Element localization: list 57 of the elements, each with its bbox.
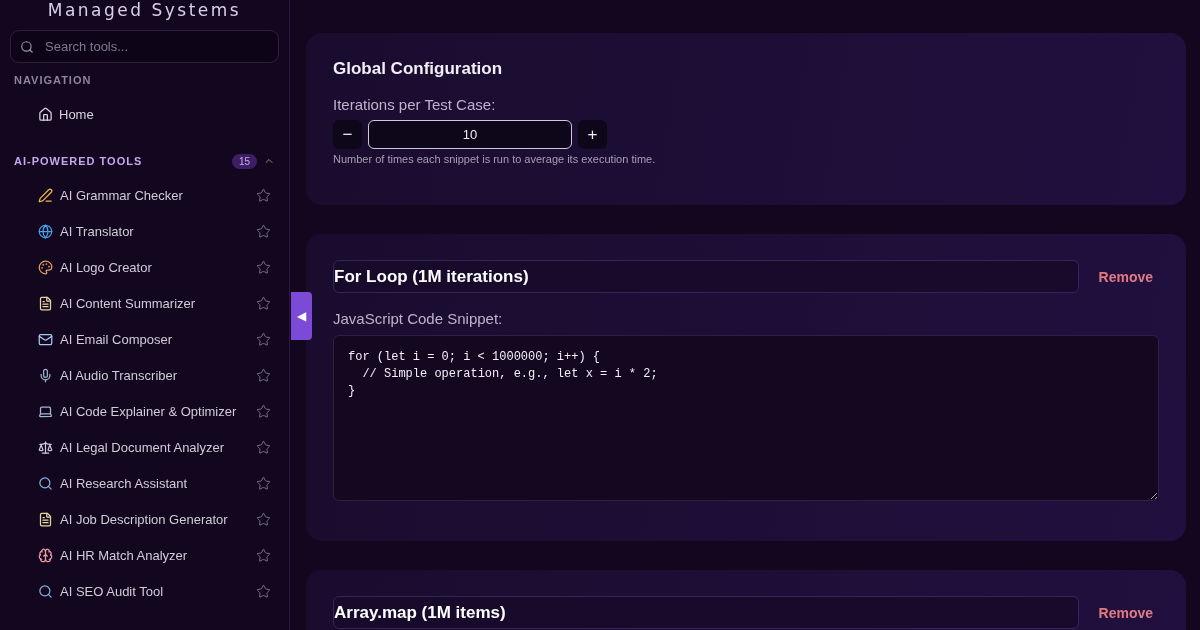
star-icon[interactable] <box>256 367 271 383</box>
decrement-button[interactable]: − <box>333 120 362 149</box>
collapse-sidebar-button[interactable]: ◀ <box>291 292 312 340</box>
sidebar-item[interactable]: AI Logo Creator <box>10 249 279 285</box>
star-icon[interactable] <box>256 259 271 275</box>
sidebar-item[interactable]: AI Grammar Checker <box>10 177 279 213</box>
iterations-field[interactable]: 10 <box>368 120 572 149</box>
star-icon[interactable] <box>256 403 271 419</box>
section-heading: NAVIGATION <box>14 74 93 86</box>
count-badge: 15 <box>231 153 257 169</box>
field-label: Iterations per Test Case: <box>333 96 497 113</box>
hint-text: Number of times each snippet is run to average its execution time. <box>333 153 657 165</box>
sidebar-item[interactable]: AI Code Explainer & Optimizer <box>10 393 279 429</box>
document-icon <box>38 511 53 527</box>
star-icon[interactable] <box>256 295 271 311</box>
increment-button[interactable]: + <box>578 120 607 149</box>
name-field[interactable]: Array.map (1M items) <box>333 596 1079 629</box>
brand-title: Managed Systems <box>46 0 243 21</box>
star-icon[interactable] <box>256 475 271 491</box>
sidebar-item[interactable]: AI Job Description Generator <box>10 501 279 537</box>
star-icon[interactable] <box>256 547 271 563</box>
search-icon <box>20 40 34 54</box>
sidebar-item[interactable]: AI Audio Transcriber <box>10 357 279 393</box>
search-field[interactable]: Search tools... <box>10 30 279 63</box>
remove-button[interactable]: Remove <box>1092 267 1159 286</box>
home-icon <box>38 106 53 122</box>
brain-icon <box>38 547 53 563</box>
mail-icon <box>38 331 53 347</box>
star-icon[interactable] <box>256 511 271 527</box>
star-icon[interactable] <box>256 331 271 347</box>
field-label: JavaScript Code Snippet: <box>333 310 504 327</box>
card-title: Global Configuration <box>333 59 504 79</box>
laptop-icon <box>38 403 53 419</box>
nav-item[interactable]: Home <box>10 99 279 129</box>
sidebar-item[interactable]: AI Email Composer <box>10 321 279 357</box>
star-icon[interactable] <box>256 583 271 599</box>
sidebar-item[interactable]: AI Research Assistant <box>10 465 279 501</box>
globe-icon <box>38 223 53 239</box>
document-icon <box>38 295 53 311</box>
palette-icon <box>38 259 53 275</box>
sidebar-item[interactable]: AI Legal Document Analyzer <box>10 429 279 465</box>
microphone-icon <box>38 367 53 383</box>
sidebar-item[interactable]: AI Content Summarizer <box>10 285 279 321</box>
sidebar-item[interactable]: AI Translator <box>10 213 279 249</box>
sidebar-item[interactable]: AI HR Match Analyzer <box>10 537 279 573</box>
section-toggle[interactable]: AI-POWERED TOOLS 15 <box>10 151 279 171</box>
star-icon[interactable] <box>256 187 271 203</box>
remove-button[interactable]: Remove <box>1092 603 1159 622</box>
scales-icon <box>38 439 53 455</box>
star-icon[interactable] <box>256 223 271 239</box>
pen-icon <box>38 187 53 203</box>
magnifier-icon <box>38 475 53 491</box>
name-field[interactable]: For Loop (1M iterations) <box>333 260 1079 293</box>
code-field[interactable]: for (let i = 0; i < 1000000; i++) { // Simple operation, e.g., let x = i * 2; } <box>333 335 1159 501</box>
magnifier-icon <box>38 583 53 599</box>
star-icon[interactable] <box>256 439 271 455</box>
sidebar-item[interactable]: AI SEO Audit Tool <box>10 573 279 609</box>
